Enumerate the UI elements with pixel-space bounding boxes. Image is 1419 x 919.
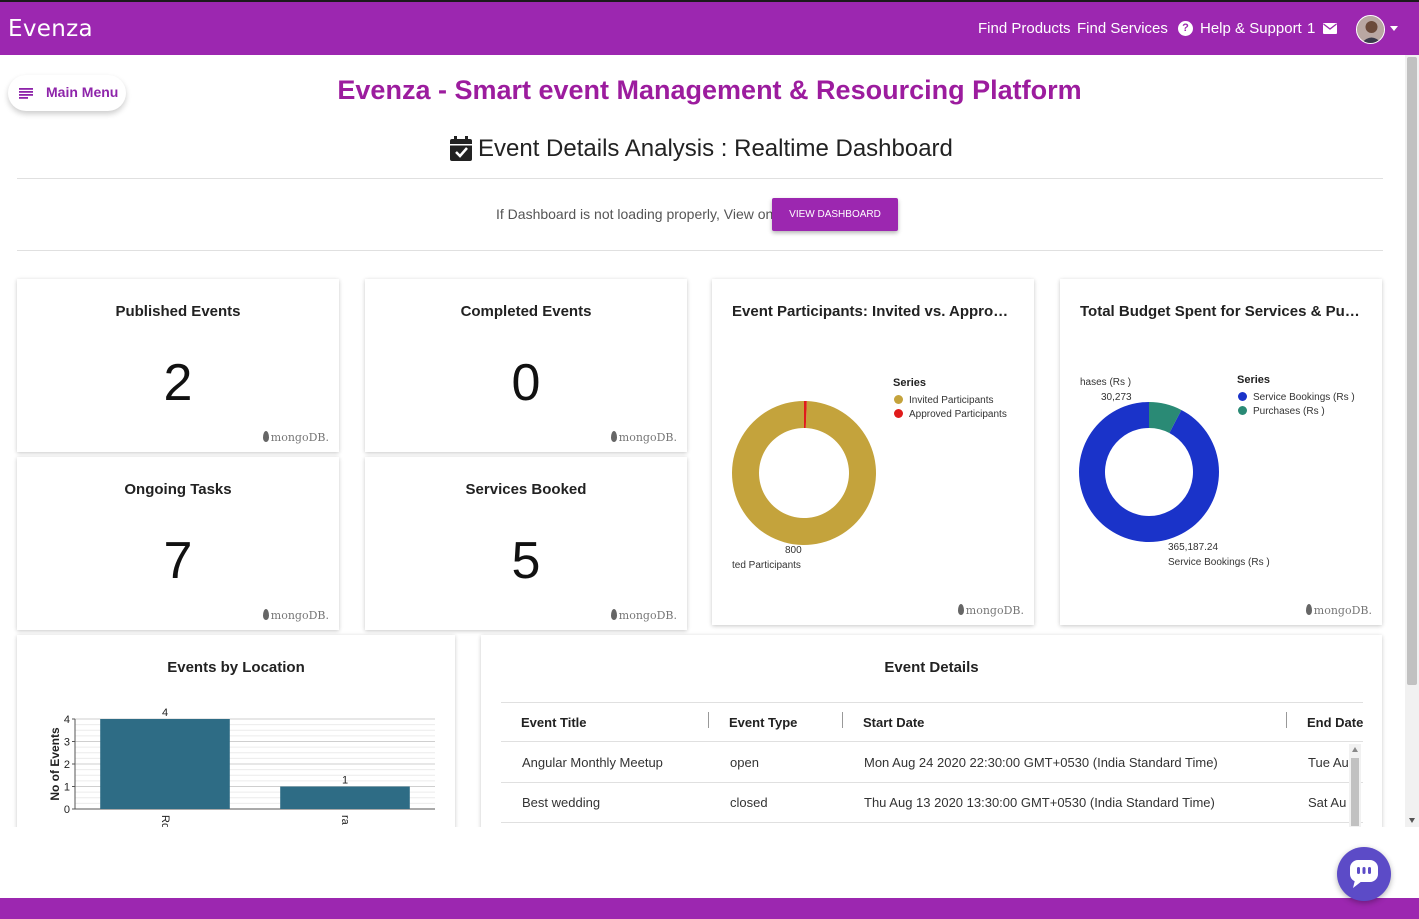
- y-tick-label: 0: [64, 804, 70, 816]
- slice-value-label: 365,187.24: [1168, 542, 1219, 553]
- nav-find-services[interactable]: Find Services: [1077, 20, 1168, 37]
- table-divider: [501, 782, 1363, 783]
- view-dashboard-button[interactable]: VIEW DASHBOARD: [772, 198, 898, 231]
- slice-value-label: 800: [785, 545, 802, 556]
- cell-end-date: Tue Au: [1308, 755, 1349, 770]
- y-tick-label: 3: [64, 737, 70, 749]
- top-navbar: Evenza Find Products Find Services ? Hel…: [0, 0, 1419, 55]
- y-tick-label: 2: [64, 759, 70, 771]
- mongodb-leaf-icon: [610, 609, 617, 620]
- cell-event-type: open: [730, 755, 759, 770]
- mongodb-watermark: mongoDB.: [1305, 604, 1372, 617]
- legend-title: Series: [893, 377, 927, 389]
- divider: [17, 178, 1383, 179]
- chart-title: Event Participants: Invited vs. Approved…: [732, 303, 1034, 320]
- column-header-event-type[interactable]: Event Type: [729, 715, 797, 730]
- slice-category-label: Service Bookings (Rs ): [1168, 557, 1270, 568]
- chart-title: Events by Location: [167, 659, 305, 676]
- cell-event-title: Angular Monthly Meetup: [522, 755, 663, 770]
- divider: [17, 250, 1383, 251]
- location-bar-chart: 01234No of Events4Rd1ra: [48, 707, 435, 829]
- y-axis-title: No of Events: [48, 727, 62, 801]
- cell-end-date: Sat Au: [1308, 795, 1347, 810]
- footer-bar: [0, 898, 1419, 919]
- bar-rd: [100, 719, 230, 809]
- slice-category-label: hases (Rs ): [1080, 377, 1132, 388]
- content-bottom-area: [0, 827, 1419, 898]
- table-title: Event Details: [884, 659, 979, 676]
- help-icon[interactable]: ?: [1178, 21, 1193, 36]
- calendar-check-icon: [450, 136, 472, 161]
- chevron-down-icon[interactable]: [1390, 26, 1398, 31]
- table-scrollbar[interactable]: [1349, 744, 1361, 828]
- mongodb-leaf-icon: [262, 431, 269, 442]
- table-scrollbar-thumb[interactable]: [1351, 758, 1359, 826]
- stat-value: 0: [511, 354, 541, 412]
- page-scrollbar-thumb[interactable]: [1407, 57, 1417, 685]
- column-header-end-date[interactable]: End Date: [1307, 715, 1363, 730]
- mongodb-leaf-icon: [262, 609, 269, 620]
- bar-value-label: 4: [162, 707, 168, 719]
- nav-find-products[interactable]: Find Products: [978, 20, 1071, 37]
- table-divider: [501, 822, 1363, 823]
- column-separator[interactable]: [1286, 712, 1287, 728]
- y-tick-label: 4: [64, 714, 70, 726]
- column-separator[interactable]: [708, 712, 709, 728]
- mongodb-leaf-icon: [610, 431, 617, 442]
- cell-start-date: Thu Aug 13 2020 13:30:00 GMT+0530 (India…: [864, 795, 1215, 810]
- dashboard-subtitle: Event Details Analysis : Realtime Dashbo…: [478, 135, 953, 162]
- participants-chart-card: Event Participants: Invited vs. Approved…: [712, 279, 1034, 625]
- dashboard-notice: If Dashboard is not loading properly, Vi…: [496, 206, 774, 222]
- mongodb-leaf-icon: [957, 604, 964, 615]
- cell-start-date: Mon Aug 24 2020 22:30:00 GMT+0530 (India…: [864, 755, 1218, 770]
- table-divider: [501, 702, 1363, 703]
- location-chart-card: Events by Location 0 1 2 3 4 No of Events 4 Rd 1…: [17, 635, 455, 835]
- nav-help-support[interactable]: Help & Support: [1200, 20, 1302, 37]
- mail-count-badge[interactable]: 1: [1307, 20, 1315, 37]
- table-divider: [501, 741, 1363, 742]
- stat-value: 5: [511, 532, 541, 590]
- slice-category-label: ted Participants: [732, 560, 801, 571]
- participants-donut: [732, 401, 876, 545]
- page-scrollbar[interactable]: [1405, 55, 1419, 827]
- scroll-up-arrow-icon[interactable]: [1352, 747, 1358, 752]
- cell-event-title: Best wedding: [522, 795, 601, 810]
- stat-title: Ongoing Tasks: [124, 481, 232, 498]
- x-tick-label: ra: [339, 815, 351, 826]
- stat-card-completed-events: Completed Events 0 mongoDB.: [365, 279, 687, 452]
- bar-value-label: 1: [342, 775, 348, 787]
- stat-title: Completed Events: [460, 303, 592, 320]
- chart-title: Total Budget Spent for Services & Purcha…: [1080, 303, 1382, 320]
- mongodb-watermark: mongoDB.: [610, 609, 677, 622]
- column-header-start-date[interactable]: Start Date: [863, 715, 924, 730]
- stat-title: Published Events: [115, 303, 241, 320]
- brand-logo[interactable]: Evenza: [8, 16, 93, 42]
- stat-card-ongoing-tasks: Ongoing Tasks 7 mongoDB.: [17, 457, 339, 630]
- mongodb-watermark: mongoDB.: [610, 431, 677, 444]
- cell-event-type: closed: [730, 795, 768, 810]
- stat-value: 2: [163, 354, 193, 412]
- mongodb-watermark: mongoDB.: [262, 431, 329, 444]
- column-separator[interactable]: [842, 712, 843, 728]
- y-tick-label: 1: [64, 782, 70, 794]
- page-title: Evenza - Smart event Management & Resour…: [337, 75, 1082, 105]
- mongodb-leaf-icon: [1305, 604, 1312, 615]
- column-header-event-title[interactable]: Event Title: [521, 715, 587, 730]
- stat-title: Services Booked: [465, 481, 587, 498]
- budget-chart-card: Total Budget Spent for Services & Purcha…: [1060, 279, 1382, 625]
- chat-bubble-icon: [1350, 860, 1378, 888]
- stat-value: 7: [163, 532, 193, 590]
- scroll-down-arrow-icon[interactable]: [1409, 818, 1415, 823]
- stat-card-published-events: Published Events 2 mongoDB.: [17, 279, 339, 452]
- chat-widget-button[interactable]: [1337, 847, 1391, 901]
- user-avatar[interactable]: [1356, 15, 1385, 44]
- budget-donut: [1079, 402, 1219, 542]
- mongodb-watermark: mongoDB.: [957, 604, 1024, 617]
- mongodb-watermark: mongoDB.: [262, 609, 329, 622]
- bar-ra: [280, 786, 410, 809]
- legend-title: Series: [1237, 374, 1271, 386]
- stat-card-services-booked: Services Booked 5 mongoDB.: [365, 457, 687, 630]
- envelope-icon[interactable]: [1323, 23, 1337, 34]
